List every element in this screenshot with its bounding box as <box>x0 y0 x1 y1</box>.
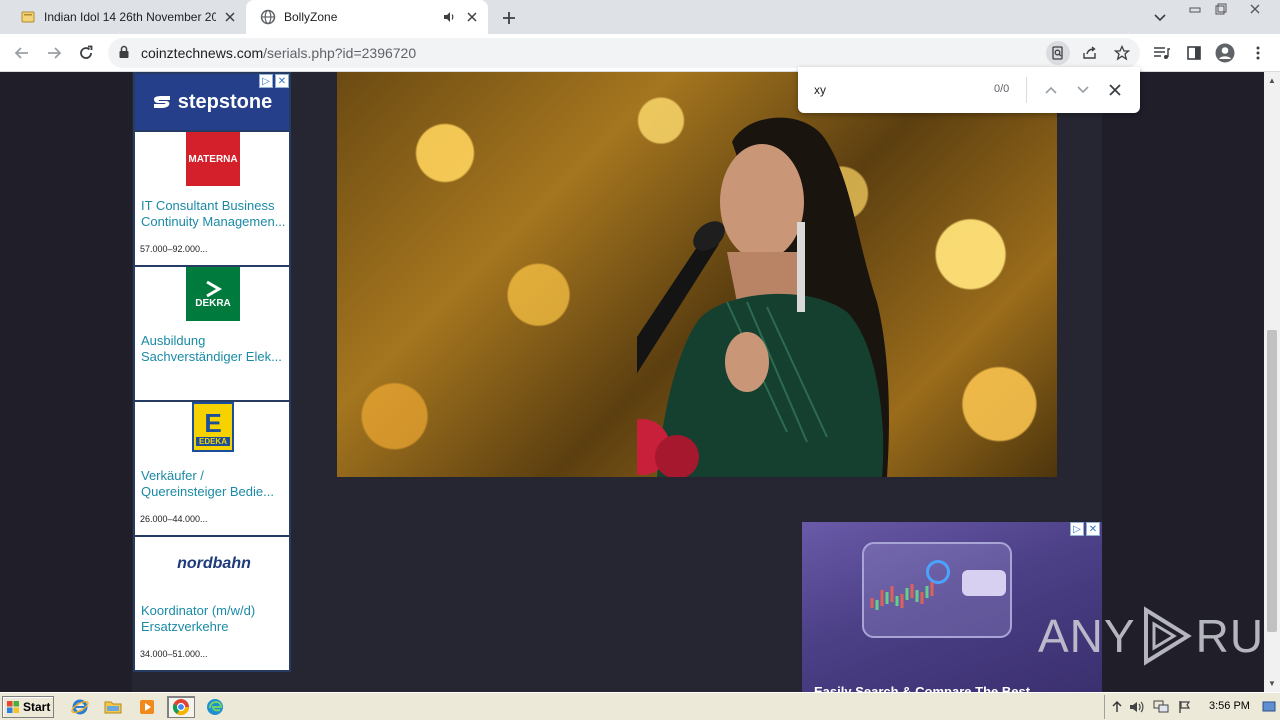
network-icon[interactable] <box>1153 699 1169 715</box>
side-panel-icon[interactable] <box>1182 41 1206 65</box>
url-domain: coinztechnews.com <box>141 45 264 61</box>
globe-icon <box>260 9 276 25</box>
star-icon[interactable] <box>1110 41 1134 65</box>
restore-button[interactable] <box>1210 2 1232 16</box>
speaker-icon[interactable] <box>442 10 456 27</box>
edeka-logo-text: EDEKA <box>195 436 230 446</box>
job-title[interactable]: Koordinator (m/w/d) Ersatzverkehre <box>141 603 287 635</box>
action-center-flag-icon[interactable] <box>1177 699 1193 715</box>
dekra-logo-text: DEKRA <box>195 297 231 309</box>
address-bar[interactable]: coinztechnews.com/serials.php?id=2396720 <box>108 38 1140 68</box>
job-title[interactable]: Verkäufer / Quereinsteiger Bedie... <box>141 468 287 500</box>
back-button[interactable] <box>10 41 34 65</box>
job-title[interactable]: IT Consultant Business Continuity Manage… <box>141 198 287 230</box>
card-illustration <box>962 570 1006 596</box>
folder-icon[interactable] <box>101 696 125 718</box>
menu-icon[interactable] <box>1246 41 1270 65</box>
watermark-left-text: ANY <box>1038 610 1136 662</box>
job-listing[interactable]: MATERNA IT Consultant Business Continuit… <box>135 130 289 266</box>
job-ad-banner[interactable]: stepstone ▷ ✕ MATERNA IT Consultant Busi… <box>133 72 291 672</box>
scroll-down-icon[interactable]: ▼ <box>1267 678 1277 688</box>
edge-icon[interactable] <box>203 696 227 718</box>
adchoices-icon[interactable]: ▷ <box>1070 522 1084 536</box>
profile-avatar[interactable] <box>1213 41 1237 65</box>
ie-icon[interactable] <box>68 696 92 718</box>
dekra-triangle-icon <box>206 280 222 297</box>
find-input[interactable]: xy <box>814 83 826 97</box>
volume-icon[interactable] <box>1129 699 1145 715</box>
close-icon[interactable] <box>222 9 238 25</box>
candlestick-illustration <box>870 582 934 610</box>
tab-indian-idol[interactable]: Indian Idol 14 26th November 2023 Vi <box>8 0 246 34</box>
chevron-down-icon[interactable] <box>1072 79 1094 101</box>
show-desktop-icon[interactable] <box>1261 699 1277 715</box>
taskbar-clock[interactable]: 3:56 PM <box>1209 700 1250 712</box>
page-icon <box>20 9 36 25</box>
start-button[interactable]: Start <box>2 696 54 718</box>
job-listing[interactable]: nordbahn Koordinator (m/w/d) Ersatzverke… <box>135 535 289 671</box>
job-salary: 26.000–44.000... <box>140 514 208 524</box>
chrome-icon[interactable] <box>167 696 195 718</box>
play-triangle-icon <box>1143 606 1192 666</box>
chevron-up-icon[interactable] <box>1040 79 1062 101</box>
vertical-scrollbar[interactable]: ▲ ▼ <box>1264 72 1280 692</box>
tray-arrow-icon[interactable] <box>1109 699 1125 715</box>
ad-close-icon[interactable]: ✕ <box>1086 522 1100 536</box>
video-frame-image <box>637 117 889 477</box>
start-label: Start <box>23 700 51 714</box>
job-listing[interactable]: E EDEKA Verkäufer / Quereinsteiger Bedie… <box>135 400 289 536</box>
job-title[interactable]: Ausbildung Sachverständiger Elek... <box>141 333 287 365</box>
windows-flag-icon <box>7 701 19 713</box>
share-icon[interactable] <box>1078 41 1102 65</box>
edeka-e-mark: E <box>204 407 222 438</box>
scroll-up-icon[interactable]: ▲ <box>1267 75 1277 85</box>
page-viewport: stepstone ▷ ✕ MATERNA IT Consultant Busi… <box>0 72 1264 692</box>
ad-headline[interactable]: Easily Search & Compare The Best <box>814 684 1030 692</box>
job-listing[interactable]: DEKRA Ausbildung Sachverständiger Elek..… <box>135 265 289 401</box>
window-close-button[interactable] <box>1244 2 1266 16</box>
minimize-button[interactable] <box>1184 2 1206 16</box>
system-tray: 3:56 PM <box>1104 695 1278 719</box>
reload-button[interactable] <box>74 41 98 65</box>
job-salary: 34.000–51.000... <box>140 649 208 659</box>
find-bar: xy 0/0 <box>798 67 1140 113</box>
close-icon[interactable] <box>464 9 480 25</box>
ad-brand: stepstone <box>177 90 273 113</box>
nordbahn-logo: nordbahn <box>177 555 251 572</box>
watermark-right-text: RUN <box>1195 610 1264 662</box>
tab-title: Indian Idol 14 26th November 2023 Vi <box>44 10 216 24</box>
forward-button[interactable] <box>42 41 66 65</box>
url-path: /serials.php?id=2396720 <box>263 45 417 61</box>
video-player[interactable] <box>337 72 1057 477</box>
materna-logo: MATERNA <box>186 132 240 186</box>
job-salary: 57.000–92.000... <box>140 244 208 254</box>
find-count: 0/0 <box>994 83 1010 95</box>
taskbar: Start 3:56 PM <box>0 692 1280 720</box>
find-divider <box>1026 77 1027 103</box>
ad-close-icon[interactable]: ✕ <box>275 74 289 88</box>
edeka-logo: E EDEKA <box>192 402 234 452</box>
adchoices-icon[interactable]: ▷ <box>259 74 273 88</box>
scrollbar-thumb[interactable] <box>1267 330 1277 632</box>
close-icon[interactable] <box>1104 79 1126 101</box>
chevron-down-icon[interactable] <box>1150 8 1170 28</box>
url-text: coinztechnews.com/serials.php?id=2396720 <box>141 45 416 61</box>
find-in-page-icon[interactable] <box>1046 41 1070 65</box>
media-control-icon[interactable] <box>1150 41 1174 65</box>
tab-title: BollyZone <box>284 10 338 24</box>
anyrun-watermark: ANY RUN <box>1038 606 1264 666</box>
dekra-logo: DEKRA <box>186 267 240 321</box>
media-player-icon[interactable] <box>135 696 159 718</box>
tab-strip: Indian Idol 14 26th November 2023 Vi Bol… <box>0 0 1280 34</box>
lock-icon[interactable] <box>118 45 130 64</box>
new-tab-button[interactable] <box>498 7 520 29</box>
tab-bollyzone[interactable]: BollyZone <box>246 0 488 34</box>
stepstone-logo-icon <box>153 96 170 108</box>
